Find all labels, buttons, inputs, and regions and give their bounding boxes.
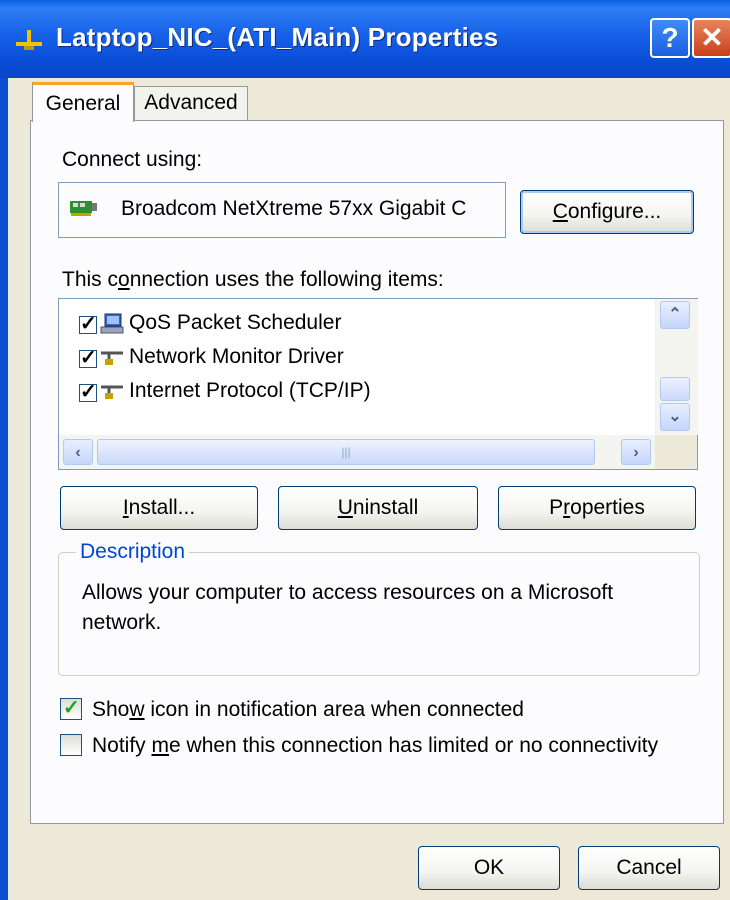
protocol-icon [101,385,123,399]
scroll-up-button[interactable]: ⌃ [660,301,690,329]
chevron-down-icon: ⌄ [668,408,682,425]
horizontal-scroll-thumb[interactable]: ||| [97,439,595,465]
ok-button[interactable]: OK [418,846,560,890]
scroll-right-button[interactable]: › [621,439,651,465]
network-adapter-icon [70,201,97,216]
item-checkbox[interactable]: ✓ [79,381,97,403]
item-label: QoS Packet Scheduler [129,311,342,334]
check-icon: ✓ [80,381,97,403]
configure-label-post: onfigure... [567,200,662,223]
adapter-box: Broadcom NetXtreme 57xx Gigabit C [58,182,506,238]
connect-using-label: Connect using: [62,148,203,171]
chevron-up-icon: ⌃ [668,306,682,323]
protocol-icon [101,351,123,365]
window-title: Latptop_NIC_(ATI_Main) Properties [56,22,499,52]
uninstall-label-post: ninstall [352,496,419,519]
configure-button[interactable]: Configure... [520,190,694,234]
items-label: This connection uses the following items… [62,268,444,292]
install-button[interactable]: Install... [60,486,258,530]
items-label-accel: o [118,268,130,291]
properties-button[interactable]: Properties [498,486,696,530]
components-list[interactable]: ✓ QoS Packet Scheduler ✓ Network Monitor… [58,298,698,470]
close-button[interactable]: ✕ [692,18,730,58]
properties-dialog: Latptop_NIC_(ATI_Main) Properties ? ✕ Ge… [0,0,730,900]
check-icon: ✓ [80,313,97,335]
description-legend: Description [76,540,190,564]
window-border [0,78,8,900]
description-text: Allows your computer to access resources… [82,581,614,634]
network-connection-icon [16,30,42,50]
properties-label-post: operties [570,496,645,519]
title-bar[interactable]: Latptop_NIC_(ATI_Main) Properties ? ✕ [0,0,730,78]
item-label: Internet Protocol (TCP/IP) [129,379,371,402]
item-checkbox[interactable]: ✓ [79,313,97,335]
list-item[interactable]: ✓ QoS Packet Scheduler [59,307,655,341]
vertical-scrollbar[interactable]: ⌃ ⌄ [655,299,698,435]
install-label-post: nstall... [128,496,196,519]
notify-label-pre: Notify [92,734,152,757]
check-icon: ✓ [80,347,97,369]
show-icon-label-pre: Sho [92,698,130,721]
scroll-corner [655,435,697,469]
list-item[interactable]: ✓ Internet Protocol (TCP/IP) [59,375,655,409]
horizontal-scrollbar[interactable]: ‹ ||| › [59,435,655,469]
chevron-left-icon: ‹ [75,444,81,461]
uninstall-label-accel: U [337,496,353,519]
check-icon: ✓ [63,697,80,719]
tab-general[interactable]: General [32,82,134,122]
notify-label[interactable]: Notify me when this connection has limit… [92,734,658,758]
adapter-name: Broadcom NetXtreme 57xx Gigabit C [121,197,467,220]
show-icon-checkbox[interactable]: ✓ [60,697,82,720]
show-icon-label-post: icon in notification area when connected [144,698,524,721]
scroll-down-button[interactable]: ⌄ [660,403,690,431]
uninstall-button[interactable]: Uninstall [278,486,478,530]
scheduler-icon [100,313,124,334]
help-button[interactable]: ? [650,18,690,58]
show-icon-label[interactable]: Show icon in notification area when conn… [92,698,524,722]
show-icon-label-accel: w [129,698,145,721]
notify-label-post: e when this connection has limited or no… [169,734,659,757]
tab-advanced[interactable]: Advanced [134,86,248,120]
cancel-button[interactable]: Cancel [578,846,720,890]
properties-label-pre: P [549,496,564,519]
items-label-pre: This c [62,268,119,291]
chevron-right-icon: › [633,444,639,461]
notify-checkbox[interactable] [60,734,82,756]
scroll-left-button[interactable]: ‹ [63,439,93,465]
item-label: Network Monitor Driver [129,345,344,368]
items-label-post: nnection uses the following items: [129,268,444,291]
item-checkbox[interactable]: ✓ [79,347,97,369]
grip-icon: ||| [341,445,351,459]
configure-label-accel: C [552,200,568,223]
vertical-scroll-thumb[interactable] [660,377,690,401]
list-item[interactable]: ✓ Network Monitor Driver [59,341,655,375]
notify-label-accel: m [151,734,170,757]
